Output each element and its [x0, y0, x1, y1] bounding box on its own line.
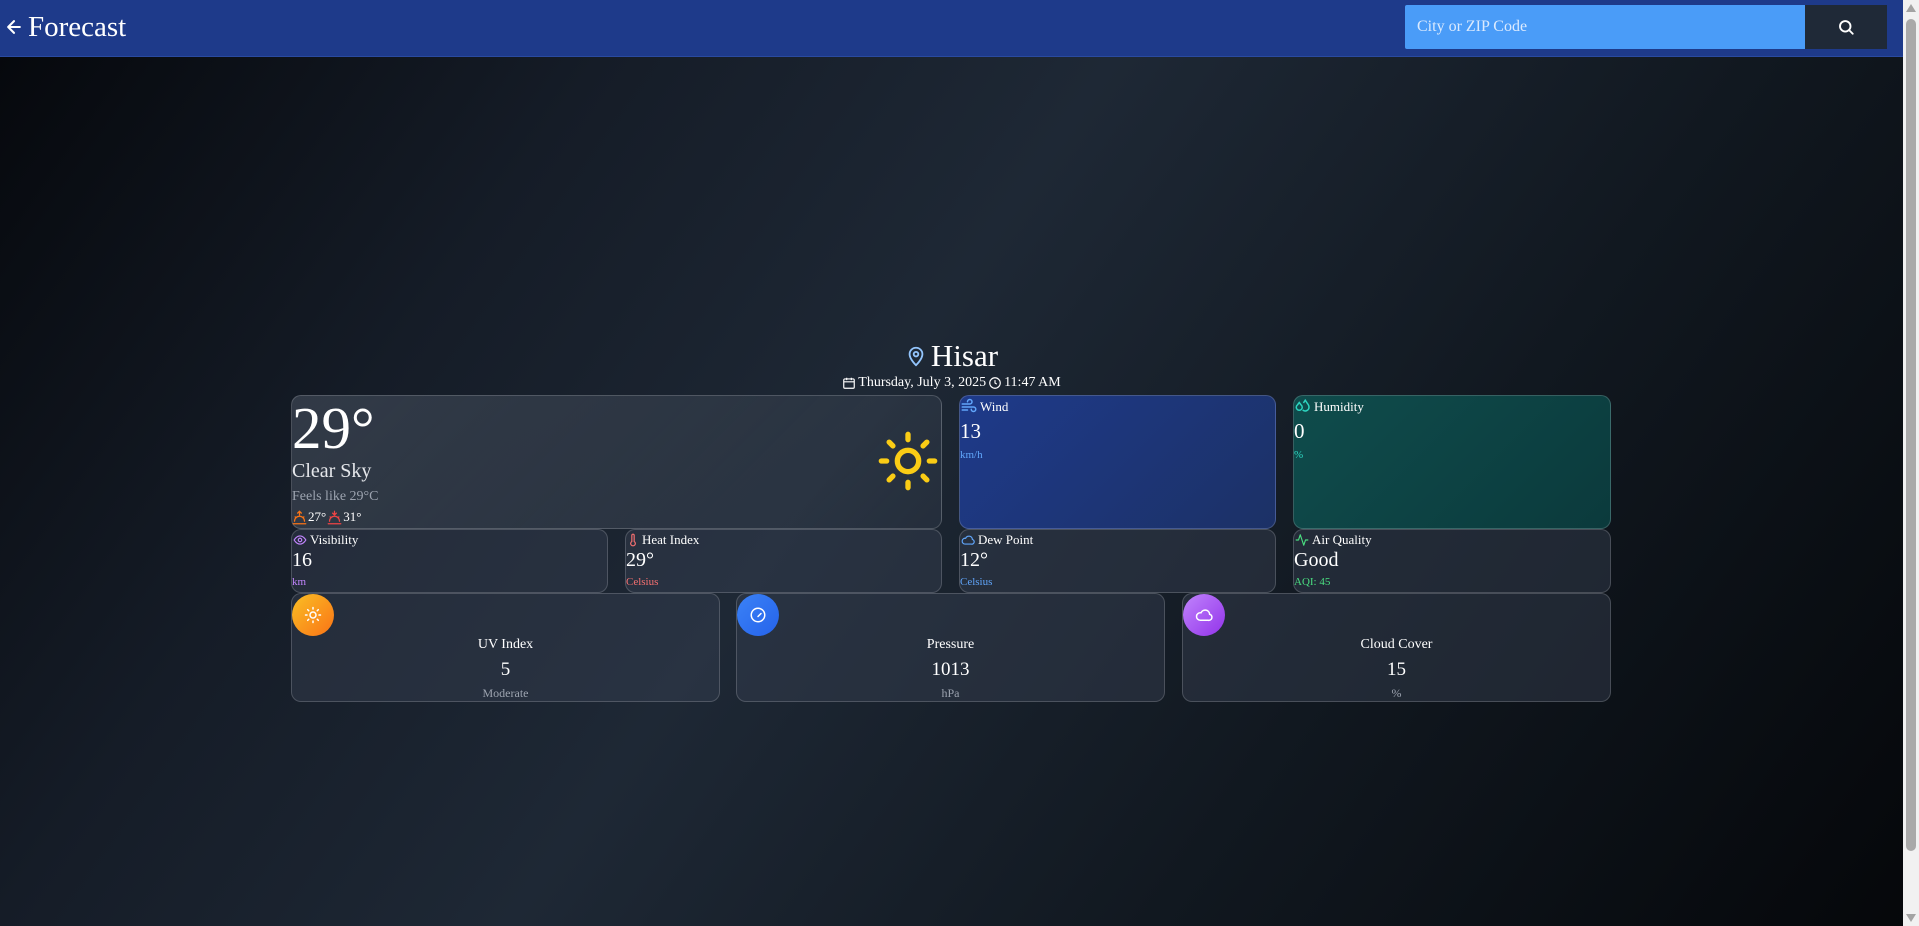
- back-button[interactable]: Forecast: [4, 11, 126, 43]
- eye-icon: [293, 535, 307, 545]
- visibility-header: Visibility: [292, 532, 358, 548]
- date-time: Thursday, July 3, 2025 11:47 AM: [0, 375, 1903, 391]
- min-max-temps: 27° 31°: [292, 509, 361, 525]
- humidity-value: 0: [1294, 419, 1305, 443]
- sun-icon: [878, 431, 938, 491]
- cloud-cover-label: Cloud Cover: [1360, 637, 1433, 652]
- dew-point-value: 12°: [960, 549, 988, 571]
- dew-point-card: Dew Point 12° Celsius: [959, 529, 1276, 593]
- search-bar: [1405, 5, 1887, 49]
- scrollbar[interactable]: [1903, 0, 1919, 926]
- weather-condition: Clear Sky: [292, 460, 372, 482]
- sun-icon: [304, 606, 322, 624]
- pressure-label: Pressure: [926, 637, 975, 652]
- heat-index-header: Heat Index: [626, 532, 699, 548]
- humidity-unit: %: [1294, 449, 1304, 461]
- wind-value: 13: [960, 419, 981, 443]
- activity-icon: [1295, 534, 1309, 546]
- humidity-label: Humidity: [1314, 399, 1364, 414]
- uv-value: 5: [500, 659, 511, 680]
- dew-point-header: Dew Point: [960, 532, 1033, 548]
- heat-index-label: Heat Index: [642, 532, 700, 547]
- uv-index-card: UV Index 5 Moderate: [291, 593, 720, 702]
- heat-index-card: Heat Index 29° Celsius: [625, 529, 942, 593]
- visibility-card: Visibility 16 km: [291, 529, 608, 593]
- wind-icon: [961, 398, 977, 413]
- sunset-icon: [327, 510, 342, 524]
- search-button[interactable]: [1805, 5, 1887, 49]
- feels-like: Feels like 29°C: [292, 489, 379, 504]
- scroll-thumb[interactable]: [1906, 19, 1916, 851]
- heat-index-value: 29°: [626, 549, 654, 571]
- min-temp: 27°: [308, 509, 327, 524]
- dew-point-label: Dew Point: [978, 532, 1034, 547]
- air-quality-card: Air Quality Good AQI: 45: [1293, 529, 1611, 593]
- wind-header: Wind: [960, 398, 1008, 416]
- pressure-icon-circle: [737, 594, 779, 636]
- air-quality-label: Air Quality: [1312, 532, 1372, 547]
- search-icon: [1839, 20, 1854, 35]
- search-input[interactable]: [1405, 5, 1805, 49]
- air-quality-header: Air Quality: [1294, 532, 1372, 548]
- city-name: Hisar: [930, 338, 999, 373]
- clock-icon: [989, 377, 1001, 389]
- scroll-up-arrow[interactable]: [1906, 4, 1916, 12]
- arrow-left-icon: [7, 20, 21, 34]
- wind-card: Wind 13 km/h: [959, 395, 1276, 529]
- app-title: Forecast: [28, 11, 127, 43]
- cloud-cover-card: Cloud Cover 15 %: [1182, 593, 1611, 702]
- visibility-value: 16: [292, 549, 312, 571]
- gauge-icon: [750, 607, 766, 623]
- wind-unit: km/h: [960, 449, 983, 461]
- sunrise-icon: [292, 509, 307, 524]
- pressure-value: 1013: [931, 659, 970, 680]
- visibility-label: Visibility: [310, 532, 359, 547]
- cloud-cover-value: 15: [1387, 659, 1406, 680]
- cloud-cover-unit: %: [1391, 686, 1402, 700]
- uv-level: Moderate: [482, 686, 529, 700]
- humidity-header: Humidity: [1294, 398, 1364, 416]
- uv-icon-circle: [292, 594, 334, 636]
- scroll-down-arrow[interactable]: [1906, 914, 1916, 922]
- location-heading: Hisar: [0, 338, 1903, 374]
- heat-index-unit: Celsius: [626, 576, 659, 588]
- pressure-card: Pressure 1013 hPa: [736, 593, 1165, 702]
- top-bar: Forecast: [0, 0, 1903, 57]
- cloud-icon: [961, 535, 975, 545]
- air-quality-value: Good: [1294, 549, 1339, 571]
- cloud-icon-circle: [1183, 594, 1225, 636]
- cloud-icon: [1195, 609, 1213, 622]
- map-pin-icon: [908, 346, 924, 367]
- humidity-card: Humidity 0 %: [1293, 395, 1611, 529]
- time-text: 11:47 AM: [1004, 375, 1061, 390]
- wind-label: Wind: [980, 399, 1009, 414]
- max-temp: 31°: [343, 509, 362, 524]
- uv-label: UV Index: [477, 637, 534, 652]
- visibility-unit: km: [292, 576, 307, 588]
- pressure-unit: hPa: [941, 686, 960, 700]
- droplets-icon: [1295, 398, 1310, 412]
- thermometer-icon: [630, 533, 636, 547]
- current-temperature: 29°: [292, 395, 375, 461]
- current-weather-card: 29° Clear Sky Feels like 29°C 27° 31°: [291, 395, 942, 529]
- air-quality-aqi: AQI: 45: [1294, 576, 1331, 588]
- date-text: Thursday, July 3, 2025: [858, 375, 987, 390]
- dew-point-unit: Celsius: [960, 576, 993, 588]
- calendar-icon: [843, 377, 856, 389]
